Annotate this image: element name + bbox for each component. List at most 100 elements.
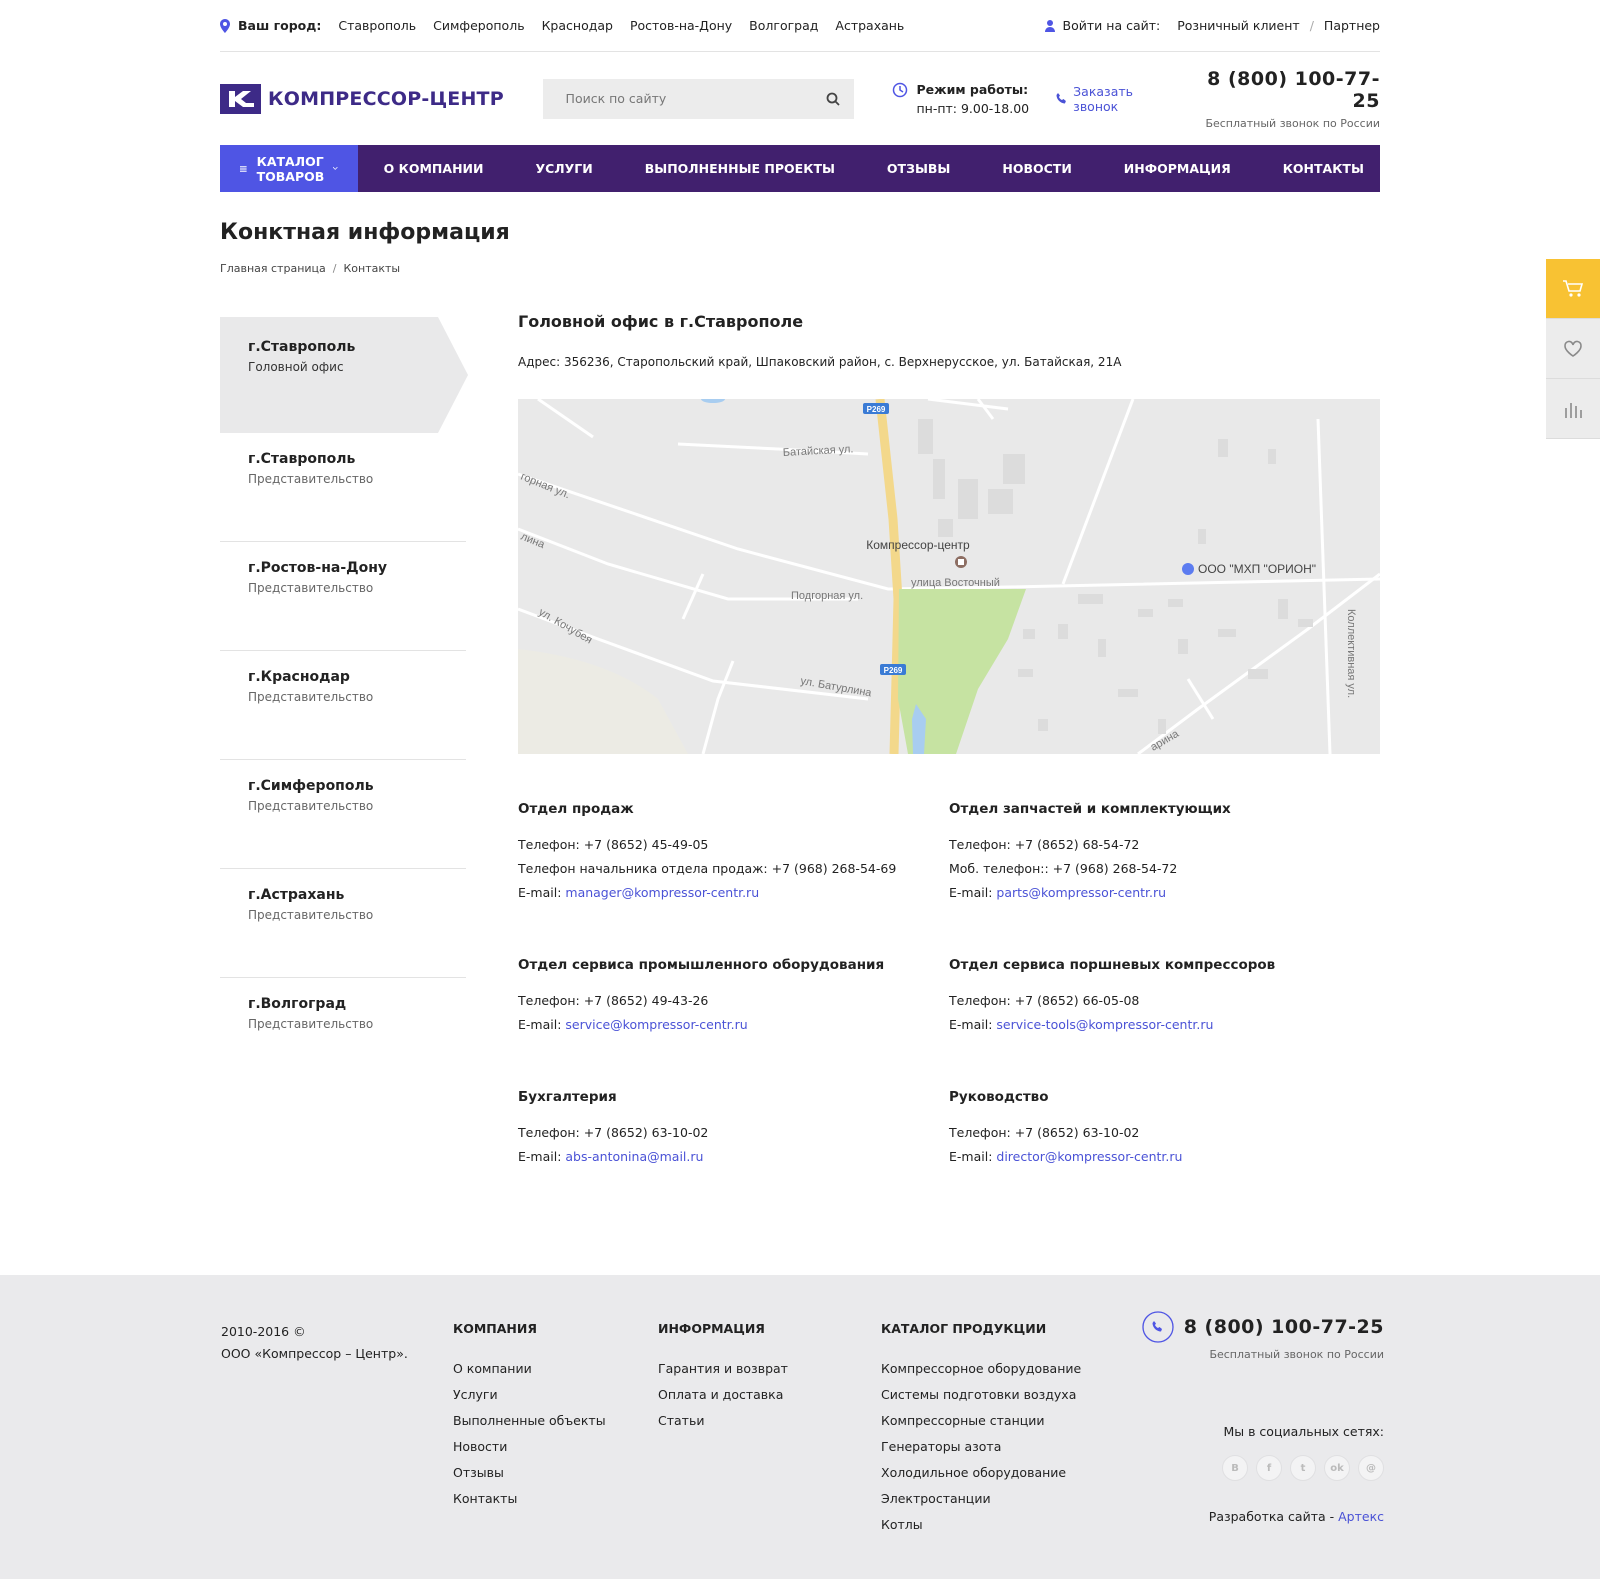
breadcrumb-home[interactable]: Главная страница [220, 262, 326, 275]
hours-title: Режим работы: [916, 81, 1029, 97]
login-partner-link[interactable]: Партнер [1324, 18, 1380, 33]
email-link[interactable]: manager@kompressor-centr.ru [565, 885, 759, 900]
footer-link[interactable]: Генераторы азота [881, 1434, 1081, 1460]
email-link[interactable]: parts@kompressor-centr.ru [996, 885, 1166, 900]
email-link[interactable]: abs-antonina@mail.ru [565, 1149, 703, 1164]
page-title: Конктная информация [220, 220, 510, 245]
chevron-down-icon [333, 166, 338, 170]
clock-icon [893, 82, 908, 97]
department-phone: Телефон: +7 (8652) 63-10-02 [518, 1125, 709, 1140]
phone-number[interactable]: 8 (800) 100-77-25 [1181, 68, 1380, 112]
logo[interactable]: КОМПРЕССОР-ЦЕНТР [220, 83, 548, 114]
footer-link[interactable]: Системы подготовки воздуха [881, 1382, 1081, 1408]
odnoklassniki-icon[interactable]: ok [1324, 1455, 1350, 1481]
nav-item-info[interactable]: ИНФОРМАЦИЯ [1098, 161, 1257, 176]
office-item[interactable]: г.Ростов-на-Дону Представительство [220, 542, 466, 651]
footer-link[interactable]: Новости [453, 1434, 606, 1460]
office-item[interactable]: г.Ставрополь Головной офис [220, 317, 468, 433]
footer-link[interactable]: Компрессорные станции [881, 1408, 1081, 1434]
city-link[interactable]: Краснодар [542, 18, 613, 33]
departments: Отдел продаж Телефон: +7 (8652) 45-49-05… [518, 801, 1380, 1169]
department-phone: Телефон: +7 (8652) 68-54-72 [949, 837, 1140, 852]
email-link[interactable]: service-tools@kompressor-centr.ru [996, 1017, 1213, 1032]
street-label: Подгорная ул. [791, 590, 863, 602]
city-link[interactable]: Симферополь [433, 18, 524, 33]
office-type: Представительство [248, 799, 374, 813]
nav-item-about[interactable]: О КОМПАНИИ [358, 161, 510, 176]
street-label: Коллективная ул. [1345, 609, 1357, 698]
department-email: E-mail: parts@kompressor-centr.ru [949, 881, 1380, 905]
catalog-menu-button[interactable]: КАТАЛОГ ТОВАРОВ [220, 145, 358, 192]
footer-link[interactable]: Электростанции [881, 1486, 1081, 1512]
nav-item-services[interactable]: УСЛУГИ [509, 161, 618, 176]
footer-link[interactable]: Отзывы [453, 1460, 606, 1486]
department-phone: Моб. телефон:: +7 (968) 268-54-72 [949, 861, 1178, 876]
office-city: г.Волгоград [248, 996, 347, 1012]
department-title: Руководство [949, 1089, 1049, 1105]
department-title: Отдел запчастей и комплектующих [949, 801, 1231, 817]
office-content: Головной офис в г.Ставрополе Адрес: 3562… [518, 312, 1380, 1169]
office-item[interactable]: г.Волгоград Представительство [220, 978, 466, 1086]
mail-icon[interactable]: @ [1358, 1455, 1384, 1481]
twitter-icon[interactable]: t [1290, 1455, 1316, 1481]
office-item[interactable]: г.Ставрополь Представительство [220, 433, 466, 542]
office-type: Головной офис [248, 360, 344, 374]
footer-phone[interactable]: 8 (800) 100-77-25 [1142, 1311, 1384, 1343]
footer-link[interactable]: О компании [453, 1356, 606, 1382]
footer-link[interactable]: Котлы [881, 1512, 1081, 1538]
department-email: E-mail: manager@kompressor-centr.ru [518, 881, 949, 905]
header: КОМПРЕССОР-ЦЕНТР Режим работы: пн-пт: 9.… [220, 52, 1380, 145]
office-city: г.Симферополь [248, 778, 374, 794]
nav-item-contacts[interactable]: КОНТАКТЫ [1257, 161, 1390, 176]
search-icon[interactable] [826, 92, 841, 106]
footer-link[interactable]: Статьи [658, 1408, 788, 1434]
city-link[interactable]: Ростов-на-Дону [630, 18, 732, 33]
city-label: Ваш город: [238, 18, 322, 33]
email-label: E-mail: [518, 1017, 562, 1032]
footer-link[interactable]: Оплата и доставка [658, 1382, 788, 1408]
office-item[interactable]: г.Астрахань Представительство [220, 869, 466, 978]
department-title: Бухгалтерия [518, 1089, 617, 1105]
footer-link[interactable]: Холодильное оборудование [881, 1460, 1081, 1486]
cart-button[interactable] [1546, 259, 1600, 319]
map-place-label: Компрессор-центр [866, 538, 970, 552]
favorites-button[interactable] [1546, 319, 1600, 379]
nav-item-news[interactable]: НОВОСТИ [976, 161, 1097, 176]
shop-marker-icon[interactable] [1182, 563, 1194, 575]
hours-value: пн-пт: 9.00-18.00 [916, 100, 1030, 116]
office-item[interactable]: г.Симферополь Представительство [220, 760, 466, 869]
nav-item-reviews[interactable]: ОТЗЫВЫ [861, 161, 976, 176]
footer-link[interactable]: Контакты [453, 1486, 606, 1512]
main-nav: КАТАЛОГ ТОВАРОВ О КОМПАНИИ УСЛУГИ ВЫПОЛН… [220, 145, 1380, 192]
footer-link[interactable]: Гарантия и возврат [658, 1356, 788, 1382]
search-input[interactable] [565, 91, 827, 106]
footer-link[interactable]: Компрессорное оборудование [881, 1356, 1081, 1382]
login-retail-link[interactable]: Розничный клиент [1177, 18, 1299, 33]
city-link[interactable]: Астрахань [835, 18, 904, 33]
footer-col-catalog: КАТАЛОГ ПРОДУКЦИИ Компрессорное оборудов… [881, 1321, 1081, 1538]
compare-button[interactable] [1546, 379, 1600, 439]
facebook-icon[interactable]: f [1256, 1455, 1282, 1481]
department: Отдел запчастей и комплектующих Телефон:… [949, 801, 1380, 905]
email-link[interactable]: director@kompressor-centr.ru [996, 1149, 1182, 1164]
map[interactable]: Р269 Р269 Батайская ул. горная ул. лина … [518, 399, 1380, 754]
office-item[interactable]: г.Краснодар Представительство [220, 651, 466, 760]
city-link[interactable]: Ставрополь [338, 18, 416, 33]
footer-link[interactable]: Услуги [453, 1382, 606, 1408]
email-link[interactable]: service@kompressor-centr.ru [565, 1017, 747, 1032]
developer-credit: Разработка сайта - Артекс [1142, 1509, 1384, 1524]
office-type: Представительство [248, 581, 374, 595]
city-link[interactable]: Волгоград [749, 18, 818, 33]
road-badge: Р269 [867, 405, 886, 414]
login-separator: / [1309, 18, 1314, 33]
footer-contacts: 8 (800) 100-77-25 Бесплатный звонок по Р… [1142, 1311, 1384, 1524]
breadcrumb: Главная страница / Контакты [220, 262, 1380, 275]
vk-icon[interactable]: В [1222, 1455, 1248, 1481]
callback-link[interactable]: Заказать звонок [1056, 84, 1181, 114]
nav-item-projects[interactable]: ВЫПОЛНЕННЫЕ ПРОЕКТЫ [619, 161, 861, 176]
developer-link[interactable]: Артекс [1338, 1509, 1384, 1524]
footer-col-title: КАТАЛОГ ПРОДУКЦИИ [881, 1321, 1047, 1336]
footer-col-info: ИНФОРМАЦИЯ Гарантия и возврат Оплата и д… [658, 1321, 788, 1434]
phone-circle-icon [1142, 1311, 1174, 1343]
footer-link[interactable]: Выполненные объекты [453, 1408, 606, 1434]
